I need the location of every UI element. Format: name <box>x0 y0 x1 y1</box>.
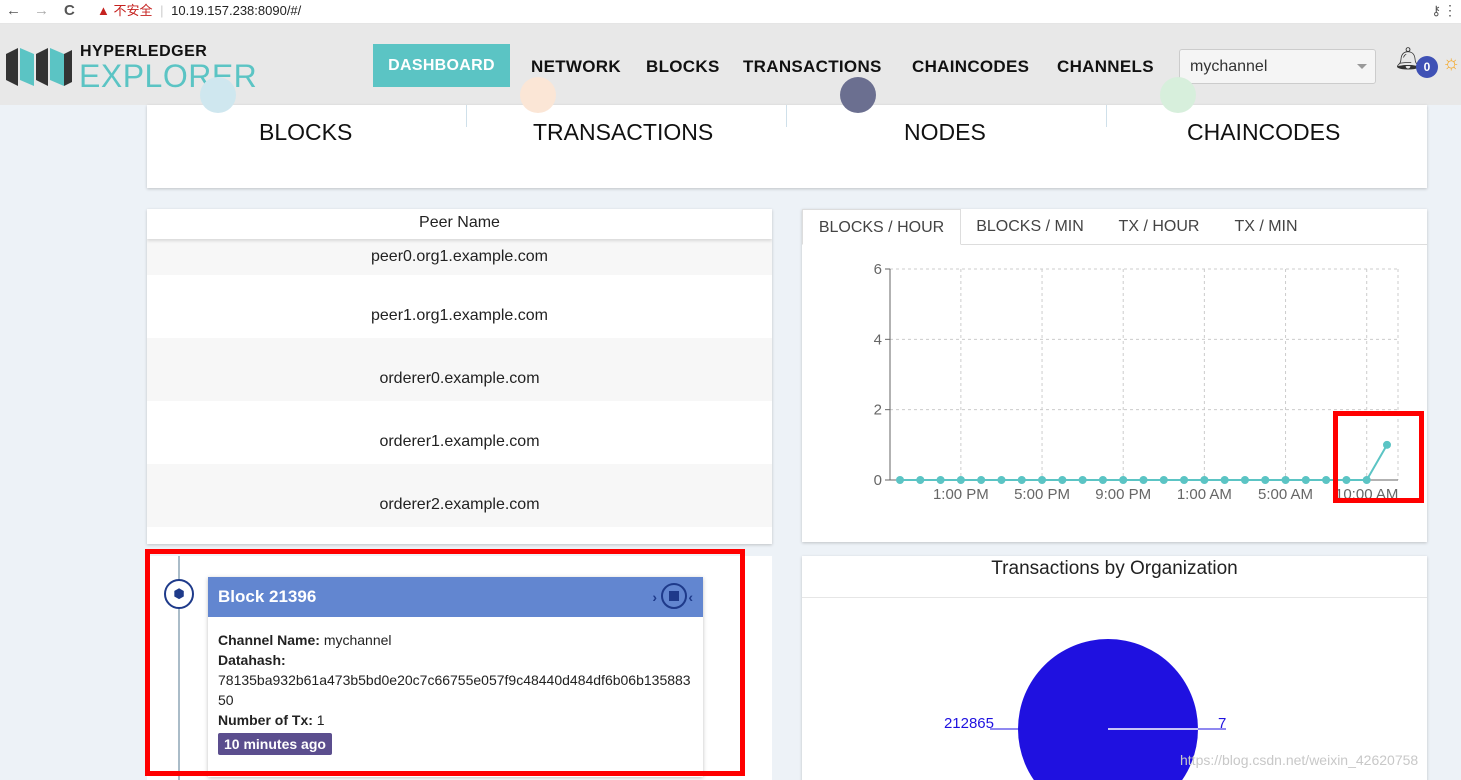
nav-network[interactable]: NETWORK <box>531 57 621 77</box>
data-point <box>1058 476 1067 484</box>
data-point <box>1301 476 1310 484</box>
data-point <box>1180 476 1189 484</box>
data-point <box>1139 476 1148 484</box>
transactions-stat-icon <box>520 77 556 113</box>
blocks-stat-icon <box>200 77 236 113</box>
data-point <box>1038 476 1047 484</box>
data-point <box>1322 476 1331 484</box>
chevron-down-icon <box>1357 64 1367 69</box>
highlight-box <box>1333 411 1424 503</box>
x-tick-label: 1:00 PM <box>933 486 989 503</box>
url-text[interactable]: 10.19.157.238:8090/#/ <box>171 3 301 18</box>
browser-toolbar: ← → C ▲ 不安全 | 10.19.157.238:8090/#/ ⚷ ⋮ <box>0 0 1461 24</box>
key-icon[interactable]: ⚷ <box>1431 3 1441 19</box>
nav-dashboard[interactable]: DASHBOARD <box>373 44 510 87</box>
sun-icon[interactable]: ☼ <box>1442 52 1460 75</box>
y-tick-label: 0 <box>874 472 882 489</box>
notification-badge: 0 <box>1416 56 1438 78</box>
data-point <box>1078 476 1087 484</box>
x-tick-label: 5:00 AM <box>1258 486 1313 503</box>
table-row: orderer0.example.com <box>147 338 772 401</box>
stat-label-blocks: BLOCKS <box>259 119 353 145</box>
data-point <box>1017 476 1026 484</box>
stat-divider <box>1106 105 1107 127</box>
url-separator: | <box>160 3 164 18</box>
table-row: peer1.org1.example.com <box>371 307 548 324</box>
data-point <box>1200 476 1209 484</box>
nav-channels[interactable]: CHANNELS <box>1057 57 1154 77</box>
series-line <box>900 444 1388 481</box>
data-point <box>1261 476 1270 484</box>
y-tick-label: 6 <box>874 261 882 278</box>
nav-transactions[interactable]: TRANSACTIONS <box>743 57 882 77</box>
data-point <box>1159 476 1168 484</box>
data-point <box>916 476 925 484</box>
x-tick-label: 5:00 PM <box>1014 486 1070 503</box>
peer-name-column-header[interactable]: Peer Name <box>147 209 772 239</box>
chaincodes-stat-icon <box>1160 77 1196 113</box>
data-point <box>896 476 904 484</box>
data-point <box>1098 476 1107 484</box>
tab-blocks-min[interactable]: BLOCKS / MIN <box>968 209 1092 245</box>
nav-blocks[interactable]: BLOCKS <box>646 57 720 77</box>
stats-card: BLOCKS TRANSACTIONS NODES CHAINCODES <box>147 77 1427 188</box>
pie-label: 212865 <box>944 715 994 732</box>
tab-tx-hour[interactable]: TX / HOUR <box>1108 209 1210 245</box>
stat-divider <box>466 105 467 127</box>
data-point <box>1220 476 1229 484</box>
tab-blocks-hour[interactable]: BLOCKS / HOUR <box>802 209 961 245</box>
chart-tabs: BLOCKS / HOUR BLOCKS / MIN TX / HOUR TX … <box>802 209 1427 245</box>
warning-triangle-icon: ▲ <box>97 3 110 18</box>
channel-select[interactable]: mychannel <box>1179 49 1376 84</box>
nav-chaincodes[interactable]: CHAINCODES <box>912 57 1029 77</box>
y-tick-label: 4 <box>874 331 882 348</box>
peers-table: Peer Name peer0.org1.example.com peer1.o… <box>147 209 772 544</box>
stat-label-nodes: NODES <box>904 119 986 145</box>
nodes-stat-icon <box>840 77 876 113</box>
data-point <box>1240 476 1249 484</box>
watermark-text: https://blog.csdn.net/weixin_42620758 <box>1180 752 1419 768</box>
table-row: orderer2.example.com <box>147 464 772 527</box>
stat-divider <box>786 105 787 127</box>
x-tick-label: 9:00 PM <box>1095 486 1151 503</box>
stat-label-chaincodes: CHAINCODES <box>1187 119 1341 145</box>
back-arrow-icon[interactable]: ← <box>6 2 21 20</box>
data-point <box>997 476 1006 484</box>
stat-label-transactions: TRANSACTIONS <box>533 119 714 145</box>
data-point <box>1281 476 1290 484</box>
data-point <box>936 476 945 484</box>
forward-arrow-icon[interactable]: → <box>34 2 49 20</box>
transactions-by-org-card: Transactions by Organization 212865 7 <box>802 556 1427 780</box>
menu-dots-icon[interactable]: ⋮ <box>1443 2 1457 19</box>
x-tick-label: 1:00 AM <box>1177 486 1232 503</box>
table-row: peer0.org1.example.com <box>147 239 772 275</box>
reload-icon[interactable]: C <box>64 2 75 20</box>
address-bar[interactable]: ▲ 不安全 | 10.19.157.238:8090/#/ <box>97 1 301 23</box>
pie-slice <box>1018 639 1198 780</box>
data-point <box>977 476 986 484</box>
hyperledger-logo-icon <box>6 48 72 86</box>
org-chart-title: Transactions by Organization <box>802 556 1427 598</box>
tab-tx-min[interactable]: TX / MIN <box>1222 209 1310 245</box>
y-tick-label: 2 <box>874 402 882 419</box>
highlight-box <box>145 549 745 776</box>
data-point <box>956 476 965 484</box>
channel-select-value: mychannel <box>1190 58 1268 75</box>
pie-label: 7 <box>1218 715 1226 732</box>
security-status-text: 不安全 <box>113 3 153 18</box>
table-row: orderer1.example.com <box>379 433 540 450</box>
data-point <box>1119 476 1128 484</box>
